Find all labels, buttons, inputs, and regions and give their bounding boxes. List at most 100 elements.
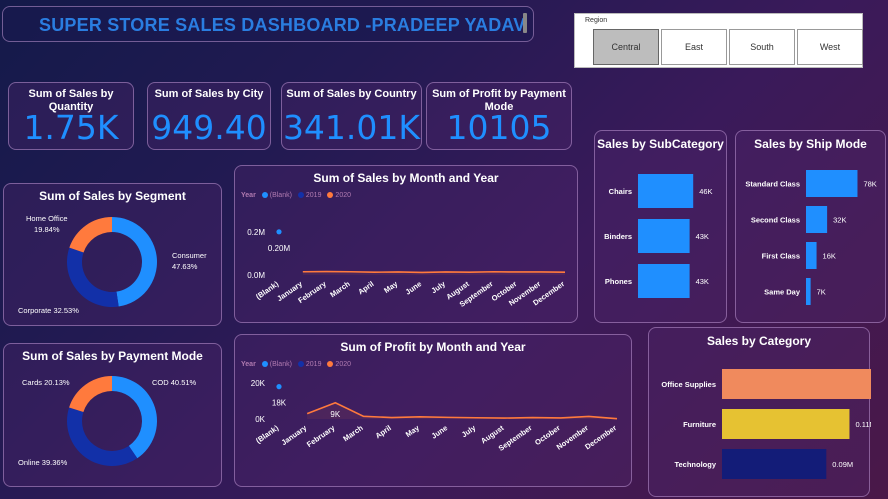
data-point-blank — [276, 384, 282, 390]
donut-slice-home-office — [69, 217, 112, 253]
region-slicer: Region Central East South West — [574, 13, 863, 68]
kpi-value: 10105 — [446, 108, 552, 147]
y-tick-label: 20K — [251, 379, 266, 388]
category-label: Standard Class — [745, 180, 800, 189]
bar-second-class — [806, 206, 828, 233]
x-tick-label: March — [341, 423, 365, 443]
bar-technology — [722, 449, 827, 479]
page-title: SUPER STORE SALES DASHBOARD -PRADEEP YAD… — [39, 15, 526, 35]
profit-line-chart[interactable]: 20K 0K(Blank) JanuaryFebruary March April May… — [235, 335, 633, 488]
data-label: 0.20M — [268, 244, 291, 253]
slicer-label: Region — [585, 17, 608, 24]
bar-standard-class — [806, 170, 858, 197]
donut-slice-cod — [112, 376, 157, 459]
title-scrollbar[interactable] — [523, 13, 527, 33]
x-tick-label: April — [356, 279, 375, 296]
kpi-value: 341.01K — [282, 108, 421, 147]
shipmode-bar-chart[interactable]: Standard Class 78K Second Class 32K First Cl… — [736, 131, 887, 324]
bar-office-supplies — [722, 369, 871, 399]
slice-value: 47.63 — [172, 262, 191, 271]
bar-first-class — [806, 242, 817, 269]
segment-chart-card: Sum of Sales by Segment Home Office 19.84… — [3, 183, 222, 326]
data-label: 0.09M — [832, 460, 853, 469]
category-bar-chart[interactable]: Office Supplies0.15MFurniture0.11MTechno… — [649, 328, 871, 498]
category-label: Binders — [604, 232, 632, 241]
kpi-card-country: Sum of Sales by Country 341.01K — [281, 82, 422, 150]
slicer-option-south[interactable]: South — [729, 29, 795, 65]
payment-chart-card: Sum of Sales by Payment Mode Cards 20.13… — [3, 343, 222, 487]
data-label: 43K — [696, 277, 709, 286]
data-label: 7K — [817, 288, 826, 297]
kpi-card-quantity: Sum of Sales by Quantity 1.75K — [8, 82, 134, 150]
donut-slice-cards — [69, 376, 112, 412]
title-bar: SUPER STORE SALES DASHBOARD -PRADEEP YAD… — [2, 6, 534, 42]
data-label: 18K — [272, 399, 287, 408]
data-point-blank — [276, 229, 282, 235]
bar-phones — [638, 264, 690, 298]
bar-binders — [638, 219, 690, 253]
category-label: Furniture — [683, 420, 716, 429]
subcategory-chart-card: Sales by SubCategory Chairs 46K Binders 43K… — [594, 130, 727, 323]
category-label: Chairs — [609, 187, 632, 196]
category-label: First Class — [762, 252, 800, 261]
category-chart-card: Sales by Category Office Supplies0.15MFu… — [648, 327, 871, 498]
slice-label-home-office: Home Office 19.84% — [26, 214, 68, 234]
kpi-value: 1.75K — [23, 108, 119, 147]
kpi-card-profit-payment: Sum of Profit by Payment Mode 10105 — [426, 82, 572, 150]
sales-line-chart[interactable]: 0.2M0.0M(Blank)JanuaryFebruary March April… — [235, 166, 579, 324]
kpi-label: Sum of Sales by Country — [286, 88, 417, 100]
x-tick-label: December — [583, 423, 618, 451]
category-label: Technology — [674, 460, 716, 469]
x-tick-label: April — [374, 423, 393, 440]
slice-label-corporate: Corporate 32.53% — [18, 306, 79, 315]
bar-chairs — [638, 174, 694, 208]
x-tick-label: May — [382, 279, 400, 295]
kpi-label: Sum of Sales by City — [154, 88, 264, 100]
data-label: 78K — [863, 180, 876, 189]
slice-value: 19.84 — [34, 225, 53, 234]
x-tick-label: June — [430, 423, 450, 440]
donut-slice-consumer — [112, 217, 157, 307]
y-tick-label: 0.0M — [247, 271, 265, 280]
y-tick-label: 0.2M — [247, 228, 265, 237]
bar-same-day — [806, 278, 811, 305]
category-label: Same Day — [764, 288, 801, 297]
slicer-option-east[interactable]: East — [661, 29, 727, 65]
data-label: 0.11M — [855, 420, 871, 429]
x-tick-label: June — [404, 279, 424, 296]
donut-slice-online — [67, 407, 138, 466]
slice-value: 40.51 — [170, 378, 190, 387]
slice-value: 32.53 — [53, 306, 73, 315]
data-label: 9K — [330, 410, 340, 419]
x-tick-label: July — [460, 423, 478, 439]
data-label: 46K — [699, 187, 712, 196]
profit-month-chart-card: Sum of Profit by Month and Year Year (Bl… — [234, 334, 632, 487]
slice-label-consumer: Consumer 47.63% — [172, 251, 207, 271]
data-label: 32K — [833, 216, 846, 225]
kpi-value: 949.40 — [151, 108, 267, 147]
data-label: 43K — [696, 232, 709, 241]
sales-month-chart-card: Sum of Sales by Month and Year Year (Bla… — [234, 165, 578, 323]
x-tick-label: January — [280, 423, 309, 447]
slice-value: 20.13 — [44, 378, 63, 387]
slice-label-online: Online 39.36% — [18, 458, 68, 467]
subcategory-bar-chart[interactable]: Chairs 46K Binders 43K Phones 43K — [595, 131, 728, 324]
shipmode-chart-card: Sales by Ship Mode Standard Class 78K Seco… — [735, 130, 886, 323]
slice-label-cards: Cards 20.13% — [22, 378, 70, 387]
data-label: 16K — [823, 252, 836, 261]
x-tick-label: (Blank) — [254, 423, 280, 445]
bar-furniture — [722, 409, 850, 439]
kpi-card-city: Sum of Sales by City 949.40 — [147, 82, 271, 150]
x-tick-label: March — [328, 279, 352, 299]
x-tick-label: May — [404, 423, 422, 439]
category-label: Office Supplies — [661, 380, 716, 389]
y-tick-label: 0K — [255, 415, 265, 424]
slice-value: 39.36 — [41, 458, 61, 467]
slicer-option-west[interactable]: West — [797, 29, 863, 65]
category-label: Phones — [605, 277, 632, 286]
x-tick-label: February — [305, 423, 337, 449]
slicer-option-central[interactable]: Central — [593, 29, 659, 65]
series-line-2020 — [302, 270, 566, 274]
slice-label-cod: COD 40.51% — [152, 378, 197, 387]
donut-slice-corporate — [67, 247, 119, 307]
